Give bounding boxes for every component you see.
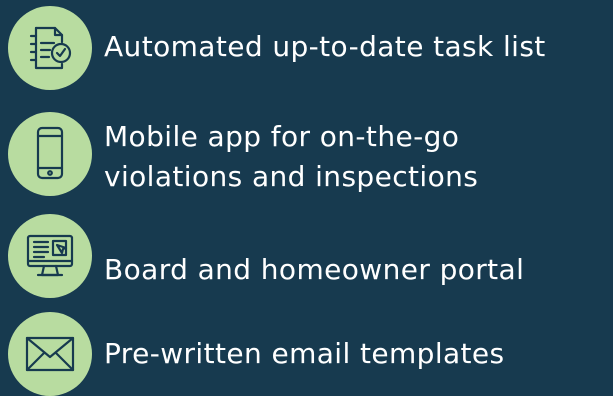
feature-portal: Board and homeowner portal (0, 214, 613, 300)
feature-label: Automated up-to-date task list (104, 27, 546, 67)
task-list-icon (8, 6, 92, 90)
feature-label-line: Board and homeowner portal (104, 253, 525, 286)
feature-label: Board and homeowner portal (104, 250, 524, 290)
envelope-icon (8, 312, 92, 396)
feature-email-templates: Pre-written email templates (0, 312, 613, 396)
mobile-phone-icon (8, 112, 92, 196)
feature-label: Pre-written email templates (104, 334, 505, 374)
feature-label-line: violations and inspections (104, 160, 479, 193)
feature-label-line: Pre-written email templates (104, 337, 505, 370)
computer-monitor-icon (8, 214, 92, 298)
feature-label: Mobile app for on-the-go violations and … (104, 117, 478, 197)
feature-task-list: Automated up-to-date task list (0, 6, 613, 92)
feature-label-line: Mobile app for on-the-go (104, 120, 460, 153)
feature-label-line: Automated up-to-date task list (104, 30, 546, 63)
feature-mobile-app: Mobile app for on-the-go violations and … (0, 112, 613, 202)
